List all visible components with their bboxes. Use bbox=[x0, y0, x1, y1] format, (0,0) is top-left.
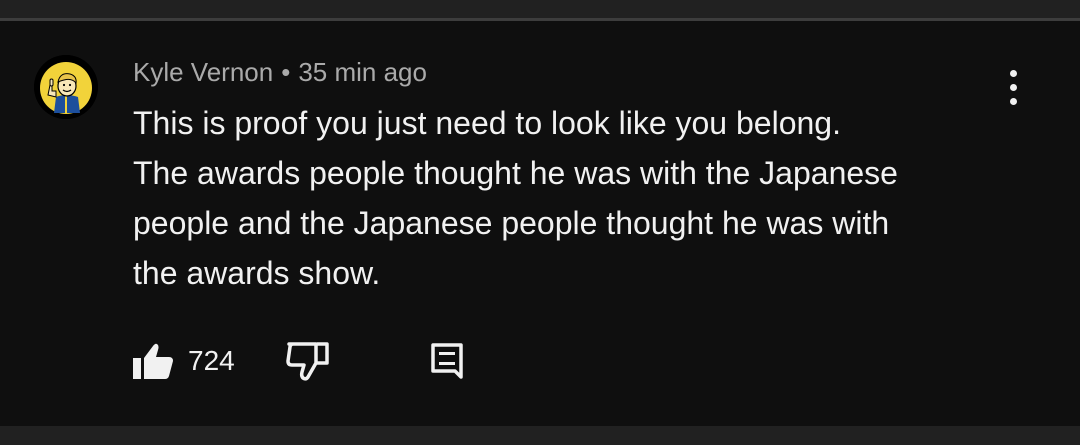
bottom-edge-strip bbox=[0, 426, 1080, 445]
comment-line: The awards people thought he was with th… bbox=[133, 155, 898, 191]
comment-line: people and the Japanese people thought h… bbox=[133, 205, 890, 241]
meta-separator: • bbox=[281, 56, 291, 87]
thumb-up-icon bbox=[133, 343, 173, 379]
more-vert-icon-dot-1 bbox=[1010, 70, 1017, 77]
top-edge-strip bbox=[0, 0, 1080, 18]
comment-reply-icon bbox=[431, 343, 463, 379]
like-button[interactable] bbox=[132, 341, 174, 381]
avatar[interactable] bbox=[34, 55, 98, 119]
comment-meta: Kyle Vernon • 35 min ago bbox=[133, 55, 427, 89]
vault-boy-avatar-icon bbox=[34, 55, 98, 119]
more-vert-icon-dot-2 bbox=[1010, 84, 1017, 91]
top-divider bbox=[0, 18, 1080, 21]
reply-button[interactable] bbox=[431, 343, 463, 379]
comment-line: the awards show. bbox=[133, 255, 381, 291]
thumb-down-icon bbox=[286, 342, 329, 381]
like-count: 724 bbox=[188, 345, 235, 376]
comment-timestamp[interactable]: 35 min ago bbox=[298, 57, 427, 88]
dislike-button[interactable] bbox=[286, 341, 330, 381]
author-name[interactable]: Kyle Vernon bbox=[133, 57, 273, 88]
comment-text: This is proof you just need to look like… bbox=[133, 98, 1033, 298]
comment-line: This is proof you just need to look like… bbox=[133, 105, 841, 141]
